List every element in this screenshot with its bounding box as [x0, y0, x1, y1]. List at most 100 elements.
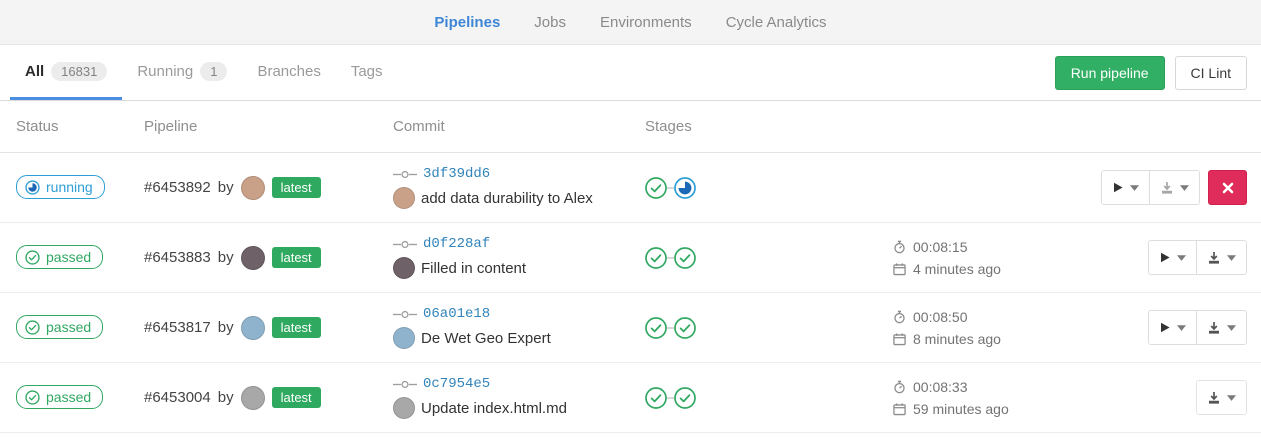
commit-message-link[interactable]: De Wet Geo Expert: [421, 330, 551, 347]
status-badge-running[interactable]: running: [16, 175, 105, 199]
manual-actions-dropdown[interactable]: [1102, 171, 1149, 204]
nav-item-cycle-analytics[interactable]: Cycle Analytics: [726, 14, 827, 31]
artifacts-dropdown[interactable]: [1149, 171, 1199, 204]
stage-passed-icon[interactable]: [645, 387, 667, 409]
running-status-icon: [25, 180, 40, 195]
stage-passed-icon[interactable]: [674, 317, 696, 339]
header-commit: Commit: [393, 118, 645, 135]
avatar[interactable]: [241, 386, 265, 410]
avatar[interactable]: [241, 176, 265, 200]
pipeline-finished-ago: 4 minutes ago: [913, 261, 1001, 277]
passed-status-icon: [25, 250, 40, 265]
by-label: by: [218, 249, 234, 266]
tab-running-label: Running: [137, 63, 193, 80]
calendar-icon: [893, 262, 906, 276]
pipelines-table: Status Pipeline Commit Stages running #6…: [0, 101, 1261, 433]
avatar[interactable]: [241, 246, 265, 270]
commit-sha-link[interactable]: 0c7954e5: [423, 376, 490, 392]
commit-author-avatar[interactable]: [393, 187, 415, 209]
by-label: by: [218, 179, 234, 196]
status-label: running: [46, 179, 93, 195]
pipeline-actions-group: [1196, 380, 1247, 415]
status-label: passed: [46, 249, 91, 265]
tab-branches[interactable]: Branches: [242, 45, 335, 100]
artifacts-dropdown[interactable]: [1196, 241, 1246, 274]
chevron-down-icon: [1227, 395, 1236, 401]
pipeline-id-link[interactable]: #6453817: [144, 319, 211, 336]
tab-all-count-badge: 16831: [51, 62, 107, 81]
pipeline-finished-ago: 8 minutes ago: [913, 331, 1001, 347]
status-label: passed: [46, 319, 91, 335]
passed-status-icon: [25, 390, 40, 405]
stage-passed-icon[interactable]: [674, 387, 696, 409]
header-status: Status: [16, 118, 144, 135]
tabbar-actions: Run pipeline CI Lint: [1055, 45, 1247, 100]
stage-connector: [667, 257, 674, 259]
header-pipeline: Pipeline: [144, 118, 393, 135]
by-label: by: [218, 389, 234, 406]
status-badge-passed[interactable]: passed: [16, 245, 103, 269]
pipeline-id-link[interactable]: #6453004: [144, 389, 211, 406]
run-pipeline-button[interactable]: Run pipeline: [1055, 56, 1165, 90]
cancel-pipeline-button[interactable]: [1208, 170, 1247, 205]
manual-actions-dropdown[interactable]: [1149, 311, 1196, 344]
pipeline-duration: 00:08:15: [913, 239, 968, 255]
tab-branches-label: Branches: [257, 63, 320, 80]
commit-message-link[interactable]: Filled in content: [421, 260, 526, 277]
nav-item-pipelines[interactable]: Pipelines: [434, 14, 500, 31]
ci-lint-button[interactable]: CI Lint: [1175, 56, 1247, 90]
chevron-down-icon: [1227, 325, 1236, 331]
commit-author-avatar[interactable]: [393, 327, 415, 349]
calendar-icon: [893, 332, 906, 346]
stage-connector: [667, 187, 674, 189]
nav-item-jobs[interactable]: Jobs: [534, 14, 566, 31]
stage-running-icon[interactable]: [674, 177, 696, 199]
nav-item-environments[interactable]: Environments: [600, 14, 692, 31]
manual-actions-dropdown[interactable]: [1149, 241, 1196, 274]
tab-running-count-badge: 1: [200, 62, 227, 81]
pipeline-id-link[interactable]: #6453892: [144, 179, 211, 196]
commit-sha-link[interactable]: 06a01e18: [423, 306, 490, 322]
stage-connector: [667, 397, 674, 399]
tab-tags[interactable]: Tags: [336, 45, 398, 100]
stopwatch-icon: [893, 240, 906, 254]
pipeline-row: passed #6453817 by latest 06a01e18 De We…: [0, 293, 1261, 363]
commit-author-avatar[interactable]: [393, 397, 415, 419]
close-icon: [1222, 182, 1234, 194]
commit-message-link[interactable]: add data durability to Alex: [421, 190, 593, 207]
passed-status-icon: [25, 320, 40, 335]
stage-passed-icon[interactable]: [645, 247, 667, 269]
pipeline-duration: 00:08:33: [913, 379, 968, 395]
chevron-down-icon: [1130, 185, 1139, 191]
avatar[interactable]: [241, 316, 265, 340]
tab-running[interactable]: Running 1: [122, 45, 242, 100]
stopwatch-icon: [893, 380, 906, 394]
stage-passed-icon[interactable]: [645, 177, 667, 199]
stopwatch-icon: [893, 310, 906, 324]
play-icon: [1159, 321, 1171, 334]
header-stages: Stages: [645, 118, 893, 135]
commit-icon: [393, 310, 417, 319]
pipelines-tabbar: All 16831 Running 1 Branches Tags Run pi…: [0, 45, 1261, 101]
pipeline-scope-tabs: All 16831 Running 1 Branches Tags: [10, 45, 398, 100]
status-badge-passed[interactable]: passed: [16, 315, 103, 339]
pipeline-actions-group: [1148, 310, 1247, 345]
commit-icon: [393, 170, 417, 179]
artifacts-dropdown[interactable]: [1196, 311, 1246, 344]
commit-sha-link[interactable]: 3df39dd6: [423, 166, 490, 182]
pipeline-id-link[interactable]: #6453883: [144, 249, 211, 266]
stage-passed-icon[interactable]: [645, 317, 667, 339]
tab-all-label: All: [25, 63, 44, 80]
chevron-down-icon: [1227, 255, 1236, 261]
stage-passed-icon[interactable]: [674, 247, 696, 269]
commit-author-avatar[interactable]: [393, 257, 415, 279]
pipeline-actions-group: [1148, 240, 1247, 275]
play-icon: [1112, 181, 1124, 194]
status-badge-passed[interactable]: passed: [16, 385, 103, 409]
download-icon: [1207, 321, 1221, 335]
status-label: passed: [46, 389, 91, 405]
commit-message-link[interactable]: Update index.html.md: [421, 400, 567, 417]
tab-all[interactable]: All 16831: [10, 45, 122, 100]
artifacts-dropdown[interactable]: [1197, 381, 1246, 414]
commit-sha-link[interactable]: d0f228af: [423, 236, 490, 252]
